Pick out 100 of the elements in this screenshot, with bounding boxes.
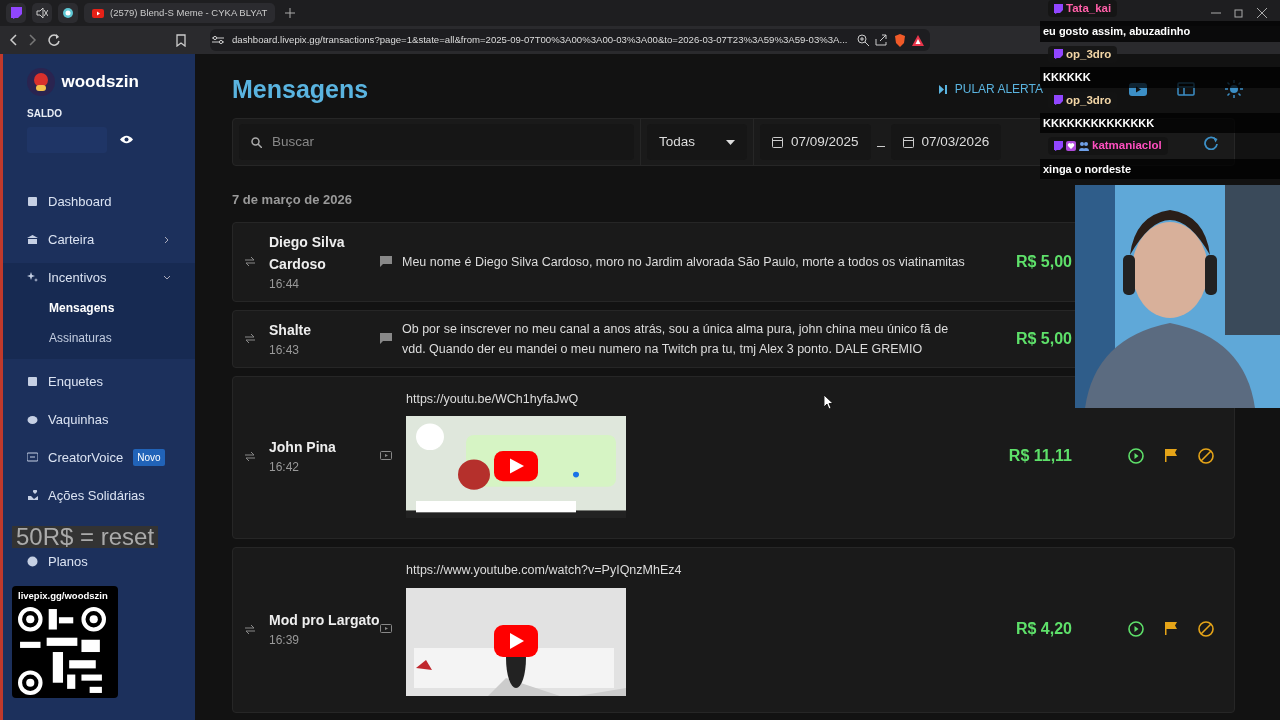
sidebar-item[interactable]: Carteira xyxy=(3,224,195,255)
video-link[interactable]: https://youtu.be/WCh1hyfaJwQ xyxy=(406,391,579,406)
browser-tab[interactable]: (2579) Blend-S Meme - CYKA BLYAT xyxy=(84,2,276,24)
bank-icon xyxy=(27,234,38,245)
back-icon[interactable] xyxy=(8,34,18,46)
flag-icon[interactable] xyxy=(1164,448,1178,463)
triangle-icon[interactable] xyxy=(912,34,924,46)
play-circle-icon[interactable] xyxy=(1128,448,1144,465)
search-input[interactable]: Buscar xyxy=(270,130,600,154)
sidebar-item[interactable]: Vaquinhas xyxy=(3,404,195,435)
sidebar-item[interactable]: Enquetes xyxy=(3,366,195,397)
search-icon xyxy=(251,136,262,148)
video-icon xyxy=(380,624,392,635)
circle-icon xyxy=(27,556,38,567)
message-time: 16:43 xyxy=(269,341,301,359)
sparkle-icon xyxy=(27,272,38,283)
chat-message: KKKKKKKKKKKKKK xyxy=(1040,112,1280,134)
message-time: 16:39 xyxy=(269,632,301,650)
muted-speaker-icon xyxy=(36,7,48,19)
hand-heart-icon xyxy=(27,490,38,501)
zoom-icon[interactable] xyxy=(856,34,869,46)
chat-username: Tata_kai xyxy=(1048,0,1118,18)
message-time: 16:44 xyxy=(269,275,301,293)
message-text: Meu nome é Diego Silva Cardoso, moro no Jardim alvorada São Paulo, morte a todos os viatinamitas xyxy=(401,253,966,271)
sidebar-item[interactable]: Planos xyxy=(3,546,195,577)
video-icon xyxy=(380,451,392,462)
date-field[interactable]: 07/03/2026 xyxy=(890,124,1002,160)
forward-icon[interactable] xyxy=(28,34,38,46)
range-dash xyxy=(876,145,885,147)
site-settings-icon[interactable] xyxy=(212,35,224,45)
amount: R$ 5,00 xyxy=(1015,328,1072,349)
video-link[interactable]: https://www.youtube.com/watch?v=PyIQnzMhEz4 xyxy=(406,563,682,578)
sidebar-item[interactable]: Ações Solidárias xyxy=(3,480,195,511)
username: woodszin xyxy=(61,71,139,94)
block-icon[interactable] xyxy=(1198,621,1214,638)
sender-name: Diego Silva Cardoso xyxy=(269,232,346,274)
chat-bubble-icon xyxy=(380,333,392,344)
dashboard-icon xyxy=(27,196,38,207)
pinned-tab[interactable] xyxy=(58,3,78,23)
sidebar-item[interactable]: Incentivos xyxy=(3,262,195,293)
chat-bubble-icon xyxy=(380,256,392,267)
balance-label: SALDO xyxy=(26,107,62,121)
lion-shield-icon[interactable] xyxy=(893,33,906,47)
transfer-icon xyxy=(245,624,255,634)
people-icon xyxy=(1079,140,1089,151)
amount: R$ 11,11 xyxy=(1008,446,1072,467)
chat-username: katmaniaclol xyxy=(1048,137,1168,155)
play-logo-icon xyxy=(92,8,104,18)
chevron-right-icon xyxy=(163,236,171,245)
date-heading: 7 de março de 2026 xyxy=(232,191,352,209)
qr-caption: livepix.gg/woodszin xyxy=(18,589,109,603)
calendar-icon xyxy=(902,136,914,148)
circle-icon xyxy=(62,7,74,19)
message-icon xyxy=(27,452,38,463)
chat-message: xinga o nordeste xyxy=(1040,158,1280,179)
pinned-tab[interactable] xyxy=(32,3,52,23)
block-icon[interactable] xyxy=(1198,448,1214,465)
date-field[interactable]: 07/09/2025 xyxy=(760,124,871,160)
chat-message: eu gosto assim, abuzadinho xyxy=(1040,21,1280,42)
avatar xyxy=(27,68,55,96)
tab-title: (2579) Blend-S Meme - CYKA BLYAT xyxy=(110,5,268,20)
transfer-icon xyxy=(245,334,255,343)
cursor-icon xyxy=(824,395,834,409)
transfer-icon xyxy=(245,451,255,461)
skip-icon xyxy=(938,84,947,94)
close-icon[interactable] xyxy=(1257,8,1267,18)
twitch-icon xyxy=(10,7,22,19)
twitch-icon xyxy=(1054,140,1063,151)
sender-name: Shalte xyxy=(269,320,312,340)
sender-name: John Pina xyxy=(269,438,337,458)
heart-badge-icon xyxy=(1066,140,1076,151)
refresh-icon[interactable] xyxy=(1204,135,1218,150)
page-title: Mensagens xyxy=(232,74,369,104)
search-field[interactable]: Buscar xyxy=(239,124,634,160)
twitch-icon xyxy=(1054,49,1063,60)
bookmark-icon[interactable] xyxy=(176,33,186,47)
calendar-icon xyxy=(772,136,783,148)
status-dropdown[interactable]: Todas xyxy=(647,124,747,160)
new-tab-icon[interactable] xyxy=(285,8,296,18)
eye-icon[interactable] xyxy=(120,135,133,144)
twitch-icon xyxy=(1054,95,1063,106)
reset-banner: 50R$ = reset xyxy=(12,526,159,548)
message-time: 16:42 xyxy=(269,459,301,477)
share-icon[interactable] xyxy=(875,34,887,46)
twitch-icon xyxy=(1054,3,1063,14)
amount: R$ 4,20 xyxy=(1015,619,1072,640)
sidebar-subitem[interactable]: Assinaturas xyxy=(3,322,195,353)
sidebar-item[interactable]: Dashboard xyxy=(3,186,195,217)
caret-icon xyxy=(726,139,735,145)
chart-icon xyxy=(27,376,38,387)
play-circle-icon[interactable] xyxy=(1128,621,1144,638)
amount: R$ 5,00 xyxy=(1015,251,1072,272)
message-text: Ob por se inscrever no meu canal a anos atrás, sou a única alma pura, john china meu único fã de vdd. Quando der eu mandei o meu numero na Twitch pra tu, tmj Alex 3 ponto. DALE GREMIO xyxy=(401,320,950,358)
restore-icon[interactable] xyxy=(1234,8,1244,18)
sidebar-item[interactable]: CreatorVoice Novo xyxy=(3,442,195,473)
piggy-bank-icon xyxy=(27,414,38,425)
sidebar-subitem[interactable]: Mensagens xyxy=(3,292,195,323)
flag-icon[interactable] xyxy=(1164,621,1178,636)
reload-icon[interactable] xyxy=(48,34,60,46)
chat-message: KKKKKK xyxy=(1040,67,1280,88)
